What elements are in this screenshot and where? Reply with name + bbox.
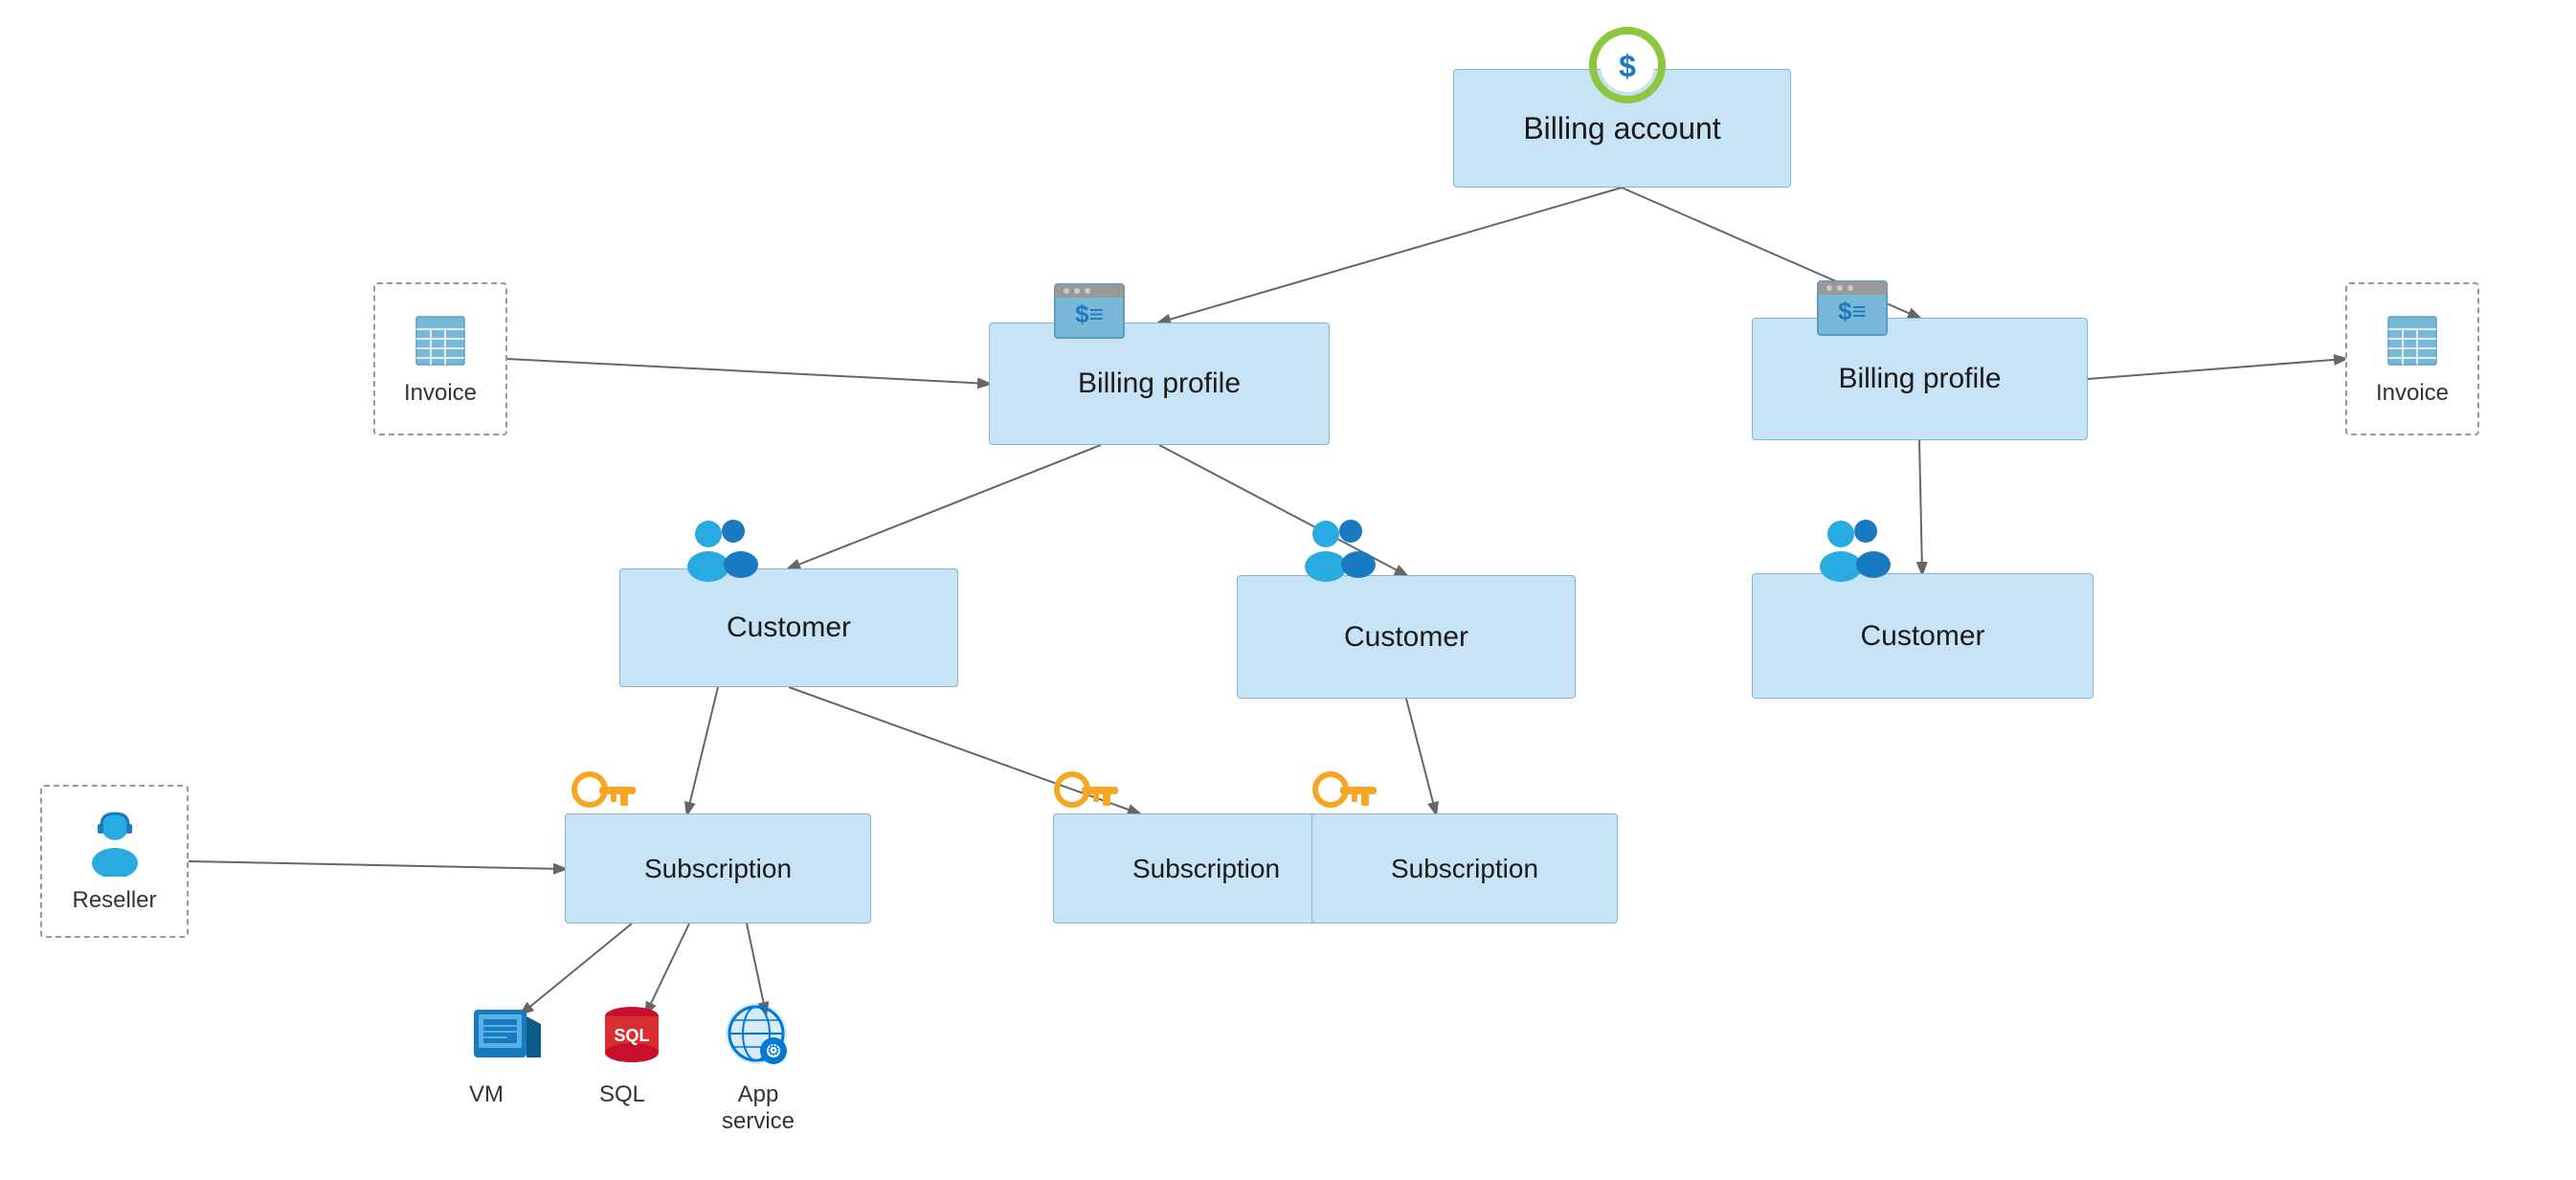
app-service-label: App service xyxy=(710,1081,806,1135)
invoice-right-icon xyxy=(2384,312,2441,374)
subscription-left-label: Subscription xyxy=(644,854,792,884)
reseller-box: Reseller xyxy=(40,785,189,938)
subscription-right-node: Subscription xyxy=(1311,813,1618,924)
subscription-middle-label: Subscription xyxy=(1132,854,1280,884)
billing-profile-left-box: Billing profile xyxy=(989,323,1330,445)
billing-profile-left-node: Billing profile xyxy=(989,323,1330,445)
app-service-icon: ⚙ xyxy=(718,995,795,1072)
subscription-left-node: Subscription xyxy=(565,813,871,924)
subscription-right-box: Subscription xyxy=(1311,813,1618,924)
svg-text:$≡: $≡ xyxy=(1075,300,1104,328)
customer-middle-box: Customer xyxy=(1237,575,1576,699)
diagram-container: $ Billing account $≡ Billing profile xyxy=(0,0,2576,1180)
billing-profile-left-label: Billing profile xyxy=(1078,367,1241,400)
invoice-left-label: Invoice xyxy=(404,380,477,407)
billing-profile-right-node: Billing profile xyxy=(1752,318,2088,440)
reseller-icon xyxy=(86,810,144,881)
svg-text:$≡: $≡ xyxy=(1838,297,1867,325)
subscription-right-label: Subscription xyxy=(1391,854,1538,884)
customer-middle-icon xyxy=(1299,517,1376,584)
sql-icon: SQL xyxy=(594,995,670,1072)
billing-profile-right-icon: $≡ xyxy=(1814,270,1891,346)
customer-right-node: Customer xyxy=(1752,573,2094,699)
subscription-left-box: Subscription xyxy=(565,813,871,924)
customer-left-icon xyxy=(682,517,758,584)
customer-left-node: Customer xyxy=(619,568,958,687)
customer-right-icon xyxy=(1814,517,1891,584)
invoice-right-box: Invoice xyxy=(2345,282,2479,435)
invoice-left-icon xyxy=(412,312,469,374)
billing-account-label: Billing account xyxy=(1523,111,1720,146)
customer-left-label: Customer xyxy=(727,612,851,644)
vm-label: VM xyxy=(469,1081,504,1108)
invoice-left-box: Invoice xyxy=(373,282,507,435)
svg-text:⚙: ⚙ xyxy=(767,1043,780,1059)
reseller-label: Reseller xyxy=(72,887,156,914)
billing-profile-right-label: Billing profile xyxy=(1838,363,2001,395)
billing-account-icon: $ xyxy=(1589,27,1666,103)
key-subscription-left-icon xyxy=(571,766,638,823)
key-subscription-middle-icon xyxy=(1053,766,1120,823)
customer-left-box: Customer xyxy=(619,568,958,687)
invoice-right-label: Invoice xyxy=(2376,380,2449,407)
svg-text:SQL: SQL xyxy=(614,1026,649,1045)
svg-text:$: $ xyxy=(1619,49,1636,83)
customer-middle-node: Customer xyxy=(1237,575,1576,699)
customer-right-label: Customer xyxy=(1860,620,1984,653)
customer-middle-label: Customer xyxy=(1344,621,1468,654)
billing-profile-right-box: Billing profile xyxy=(1752,318,2088,440)
key-subscription-right-icon xyxy=(1311,766,1378,823)
vm-icon xyxy=(469,995,546,1072)
customer-right-box: Customer xyxy=(1752,573,2094,699)
billing-profile-left-icon: $≡ xyxy=(1051,273,1128,349)
sql-label: SQL xyxy=(599,1081,645,1108)
